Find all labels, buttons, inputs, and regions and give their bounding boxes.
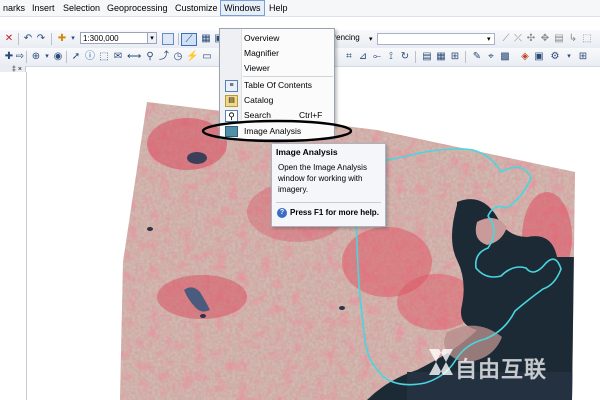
find-icon[interactable]: ⚲ (144, 51, 156, 63)
window-icon[interactable]: ▭ (201, 51, 213, 63)
pan-icon[interactable]: ⇨ (14, 51, 26, 63)
selection-ellipse (201, 119, 353, 143)
menu-item-viewer[interactable]: Viewer (220, 61, 334, 76)
auto-adjust-icon[interactable]: ↳ (567, 33, 579, 45)
link-icon[interactable]: ⬚ (581, 33, 593, 45)
edit-vertices-icon[interactable]: ⌗ (343, 51, 355, 63)
menu-insert[interactable]: Insert (29, 0, 58, 16)
measure-icon[interactable]: ⟷ (127, 51, 141, 63)
right-toolbar-row-2: ⌗ ⊿ ⟜ ⟟ ↻ ▤ ▦ ⊞ ✎ ⌖ ▩ ◈ ▣ ⚙ ▾ ⊞ (335, 48, 600, 66)
tooltip-help-text: Press F1 for more help. (290, 208, 379, 217)
menu-item-overview[interactable]: Overview (220, 31, 334, 46)
cut-polygon-icon[interactable]: ⟜ (371, 51, 383, 63)
hyperlink-icon[interactable]: ⚡ (186, 51, 198, 63)
watermark-text: 自由互联 (455, 357, 548, 382)
tools-icon[interactable]: ⚙ (549, 51, 561, 63)
edit-annotation-icon[interactable]: ✎ (471, 51, 483, 63)
watermark-logo (429, 349, 453, 375)
chevron-down-icon[interactable]: ▾ (148, 32, 157, 44)
select-arrow-icon[interactable]: ➚ (70, 51, 82, 63)
tooltip-body: Open the Image Analysis window for worki… (278, 163, 367, 194)
control-point-icon[interactable]: ⟋ (500, 33, 512, 45)
editor-icon[interactable] (162, 33, 174, 45)
view-link-table-icon[interactable]: ▤ (553, 33, 565, 45)
select-features-icon[interactable]: ⬚ (98, 51, 110, 63)
layout-grid-icon[interactable]: ⊞ (577, 51, 589, 63)
menu-selection[interactable]: Selection (60, 0, 103, 16)
identify-tool-icon[interactable]: ⟋ (181, 33, 197, 46)
menu-bookmarks[interactable]: narks (0, 0, 28, 16)
chevron-down-icon[interactable]: ▾ (369, 35, 373, 43)
menu-divider (243, 76, 333, 77)
split-icon[interactable]: ⟟ (385, 51, 397, 63)
chevron-down-icon[interactable]: ▾ (487, 35, 491, 43)
reshape-icon[interactable]: ⊿ (357, 51, 369, 63)
menu-customize[interactable]: Customize (172, 0, 221, 16)
attributes-icon[interactable]: ▤ (421, 51, 433, 63)
tooltip-title: Image Analysis (276, 147, 338, 157)
close-doc-icon[interactable] (4, 16, 16, 28)
rotate-feature-icon[interactable]: ↻ (399, 51, 411, 63)
chevron-down-icon[interactable]: ▾ (563, 51, 575, 63)
snapping-icon[interactable]: ⌖ (485, 51, 497, 63)
globe-icon[interactable]: ◉ (52, 51, 64, 63)
table-of-contents-icon: ≡ (225, 80, 238, 92)
add-data-dropdown-icon[interactable]: ▾ (67, 33, 79, 45)
georeferencing-tools: ⟋ ⤫ ✣ ✥ ▤ ↳ ⬚ (497, 31, 600, 47)
create-features-icon[interactable]: ⊞ (449, 51, 461, 63)
menu-help[interactable]: Help (266, 0, 291, 16)
topology-icon[interactable]: ▩ (499, 51, 511, 63)
shift-icon[interactable]: ✣ (525, 33, 537, 45)
image-analysis-tooltip: Image Analysis Open the Image Analysis w… (271, 143, 386, 227)
sketch-properties-icon[interactable]: ▦ (435, 51, 447, 63)
menu-windows[interactable]: Windows (220, 0, 265, 16)
menu-bar: narks Insert Selection Geoprocessing Cus… (0, 0, 600, 17)
windows-menu-dropdown: Overview Magnifier Viewer ≡ Table Of Con… (219, 28, 335, 126)
route-icon[interactable]: ⤴ (158, 51, 170, 63)
menu-item-catalog[interactable]: ▤ Catalog (220, 93, 334, 108)
catalog-icon: ▤ (225, 95, 238, 107)
undo-icon[interactable]: ↶ (22, 33, 34, 45)
table-of-contents-panel (0, 72, 27, 400)
color-icon[interactable]: ◈ (519, 51, 531, 63)
menu-item-magnifier[interactable]: Magnifier (220, 46, 334, 61)
redo-icon[interactable]: ↷ (35, 33, 47, 45)
table-icon[interactable]: ▦ (200, 33, 212, 45)
georeferencing-layer-select[interactable] (377, 33, 495, 45)
image-icon[interactable]: ▣ (533, 51, 545, 63)
scale-icon[interactable]: ✥ (539, 33, 551, 45)
html-popup-icon[interactable]: ✉ (112, 51, 124, 63)
time-slider-icon[interactable]: ◷ (172, 51, 184, 63)
menu-item-table-of-contents[interactable]: ≡ Table Of Contents (220, 78, 334, 93)
info-icon[interactable]: ⓘ (84, 51, 96, 63)
menu-geoprocessing[interactable]: Geoprocessing (104, 0, 171, 16)
help-icon: ? (277, 208, 287, 218)
rotate-icon[interactable]: ⤫ (512, 33, 524, 45)
delete-icon[interactable]: ✕ (3, 33, 15, 45)
map-scale-input[interactable]: 1:300,000 (80, 32, 148, 44)
